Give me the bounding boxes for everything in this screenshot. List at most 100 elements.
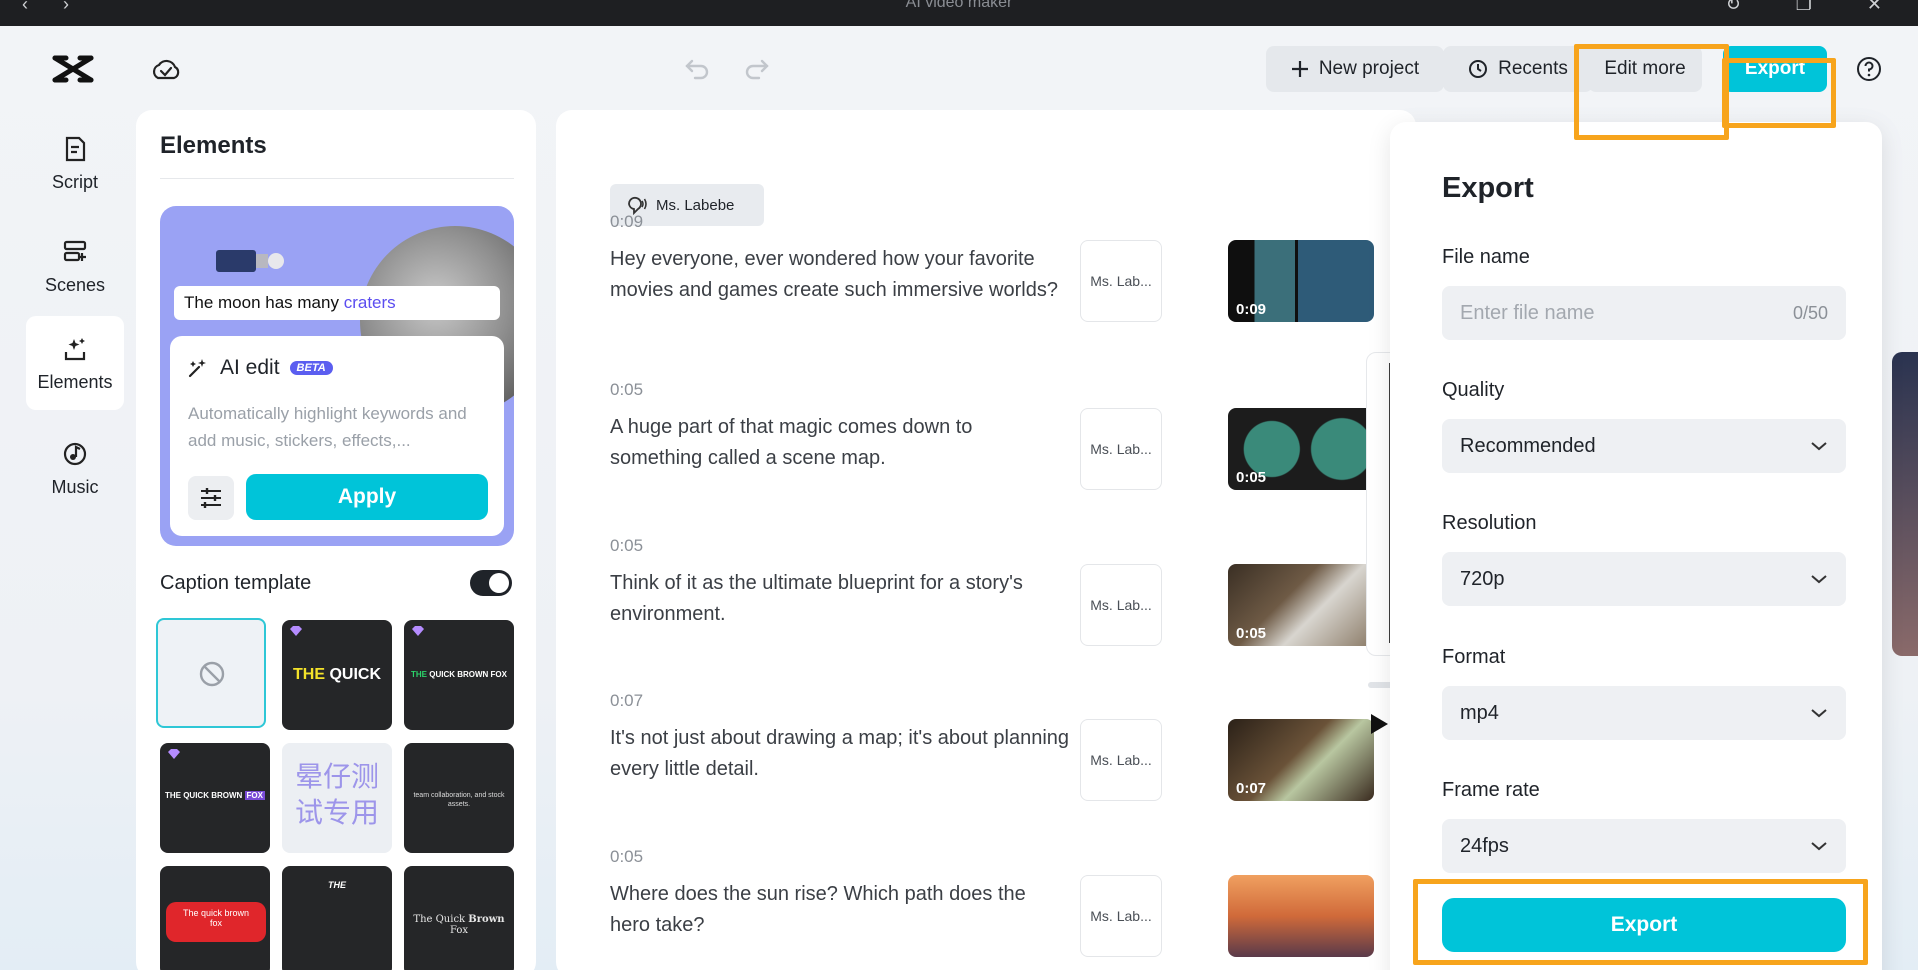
scene-duration: 0:05 xyxy=(1236,469,1267,486)
window-controls: ↻ ❐ ✕ xyxy=(1676,0,1882,15)
rail-item-elements[interactable]: Elements xyxy=(26,316,124,410)
template-serif-brown[interactable]: The Quick Brown Fox xyxy=(404,866,514,970)
template-chinese[interactable]: 晕仔测试专用 xyxy=(282,743,392,853)
template-text-part: QUICK xyxy=(329,666,381,683)
caption-preview: The moon has many craters xyxy=(174,286,500,320)
undo-icon[interactable] xyxy=(682,53,712,83)
scene-time: 0:09 xyxy=(610,212,644,231)
template-preview-text: The Quick Brown Fox xyxy=(404,914,514,936)
window-title: AI video maker xyxy=(905,0,1013,11)
scene-voice-button[interactable]: Ms. Lab... xyxy=(1080,240,1162,322)
format-select[interactable]: mp4 xyxy=(1442,686,1846,740)
redo-icon[interactable] xyxy=(742,53,772,83)
template-preview-text: team collaboration, and stock assets. xyxy=(413,792,505,808)
template-none[interactable] xyxy=(156,618,266,728)
scene-text[interactable]: Hey everyone, ever wondered how your fav… xyxy=(610,244,1070,306)
template-quick-brown-fox-purple[interactable]: THE QUICK BROWN FOX xyxy=(160,743,270,853)
close-icon[interactable]: ✕ xyxy=(1867,0,1882,14)
export-top-button[interactable]: Export xyxy=(1723,46,1827,92)
caption-template-toggle[interactable] xyxy=(470,570,512,596)
rail-item-label: Elements xyxy=(37,371,113,392)
scene-duration: 0:07 xyxy=(1236,780,1267,797)
scene-thumbnail[interactable]: 0:09 xyxy=(1228,240,1374,322)
panel-divider xyxy=(160,178,514,179)
file-name-field[interactable]: 0/50 xyxy=(1442,286,1846,340)
no-template-icon xyxy=(199,661,225,687)
scene-text[interactable]: A huge part of that magic comes down to … xyxy=(610,412,1070,474)
scene-text[interactable]: Think of it as the ultimate blueprint fo… xyxy=(610,568,1070,630)
scene-row: 0:07 It's not just about drawing a map; … xyxy=(610,691,1390,801)
scene-thumbnail[interactable]: 0:05 xyxy=(1228,408,1374,490)
template-preview-text: THE xyxy=(328,880,346,890)
template-red-bubble[interactable]: The quick brown fox xyxy=(160,866,270,970)
template-preview-text: The quick brown fox xyxy=(166,902,266,942)
quality-label: Quality xyxy=(1442,379,1505,401)
preview-image-edge xyxy=(1892,352,1918,656)
frame-rate-label: Frame rate xyxy=(1442,779,1540,801)
cloud-sync-icon[interactable] xyxy=(150,56,182,84)
scene-row: 0:05 Think of it as the ultimate bluepri… xyxy=(610,536,1390,646)
scene-thumbnail[interactable]: 0:07 xyxy=(1228,719,1374,801)
window-title-bar: ‹ › AI video maker ↻ ❐ ✕ xyxy=(0,0,1918,26)
new-project-label: New project xyxy=(1318,58,1420,79)
recents-button[interactable]: Recents xyxy=(1443,46,1593,92)
scene-voice-button[interactable]: Ms. Lab... xyxy=(1080,875,1162,957)
template-preview-text: THE QUICK BROWN FOX xyxy=(160,791,270,800)
file-name-input[interactable] xyxy=(1460,301,1760,325)
apply-button[interactable]: Apply xyxy=(246,474,488,520)
sliders-icon xyxy=(201,488,221,508)
scene-voice-button[interactable]: Ms. Lab... xyxy=(1080,564,1162,646)
scene-time: 0:05 xyxy=(610,536,644,555)
template-text-part: Brown xyxy=(468,914,505,925)
ai-edit-box: AI edit BETA Automatically highlight key… xyxy=(170,336,504,536)
template-preview-text: THE QUICK xyxy=(282,666,392,684)
frame-rate-select[interactable]: 24fps xyxy=(1442,819,1846,873)
scene-voice-button[interactable]: Ms. Lab... xyxy=(1080,719,1162,801)
chevron-down-icon xyxy=(1811,842,1827,851)
scene-thumbnail[interactable] xyxy=(1228,875,1374,957)
elements-icon xyxy=(64,337,86,360)
chevron-down-icon xyxy=(1811,709,1827,718)
elements-panel: Elements The moon has many craters AI ed… xyxy=(136,110,536,970)
rail-item-scenes[interactable]: Scenes xyxy=(26,219,124,313)
ai-edit-title: AI edit xyxy=(220,356,280,379)
panel-title: Elements xyxy=(160,132,267,159)
rail-item-music[interactable]: Music xyxy=(26,421,124,515)
template-the-italic[interactable]: THE xyxy=(282,866,392,970)
template-text-part: THE QUICK BROWN xyxy=(164,791,245,800)
app-root: New project Recents Edit more Export Scr… xyxy=(0,26,1918,970)
format-label: Format xyxy=(1442,646,1506,668)
chevron-down-icon xyxy=(1811,442,1827,451)
template-text-part: FOX xyxy=(244,791,265,800)
scene-row: 0:05 A huge part of that magic comes dow… xyxy=(610,380,1390,490)
help-icon[interactable] xyxy=(1856,56,1882,82)
scene-text[interactable]: Where does the sun rise? Which path does… xyxy=(610,879,1070,941)
rail-item-script[interactable]: Script xyxy=(26,116,124,210)
template-text-part: QUICK BROWN FOX xyxy=(429,670,507,679)
template-the-quick[interactable]: THE QUICK xyxy=(282,620,392,730)
export-panel: Export File name 0/50 Quality Recommende… xyxy=(1390,122,1882,970)
restore-icon[interactable]: ❐ xyxy=(1796,0,1812,14)
export-panel-title: Export xyxy=(1442,172,1534,204)
premium-gem-icon xyxy=(168,749,180,759)
beta-badge: BETA xyxy=(289,361,333,375)
capcut-logo-icon[interactable] xyxy=(52,54,94,84)
template-team-collaboration[interactable]: team collaboration, and stock assets. xyxy=(404,743,514,853)
refresh-icon[interactable]: ↻ xyxy=(1726,0,1741,14)
edit-more-button[interactable]: Edit more xyxy=(1588,46,1702,92)
scene-text[interactable]: It's not just about drawing a map; it's … xyxy=(610,723,1070,785)
scene-voice-button[interactable]: Ms. Lab... xyxy=(1080,408,1162,490)
format-value: mp4 xyxy=(1460,701,1499,724)
music-icon xyxy=(63,442,87,465)
new-project-button[interactable]: New project xyxy=(1266,46,1444,92)
scene-row: 0:09 Hey everyone, ever wondered how you… xyxy=(610,212,1390,322)
script-icon xyxy=(65,136,86,161)
play-icon[interactable] xyxy=(1368,712,1390,736)
template-quick-brown-fox-green[interactable]: THE QUICK BROWN FOX xyxy=(404,620,514,730)
scene-thumbnail[interactable]: 0:05 xyxy=(1228,564,1374,646)
export-confirm-button[interactable]: Export xyxy=(1442,898,1846,952)
resolution-select[interactable]: 720p xyxy=(1442,552,1846,606)
quality-select[interactable]: Recommended xyxy=(1442,419,1846,473)
ai-edit-settings-button[interactable] xyxy=(188,476,234,520)
frame-rate-value: 24fps xyxy=(1460,834,1509,857)
